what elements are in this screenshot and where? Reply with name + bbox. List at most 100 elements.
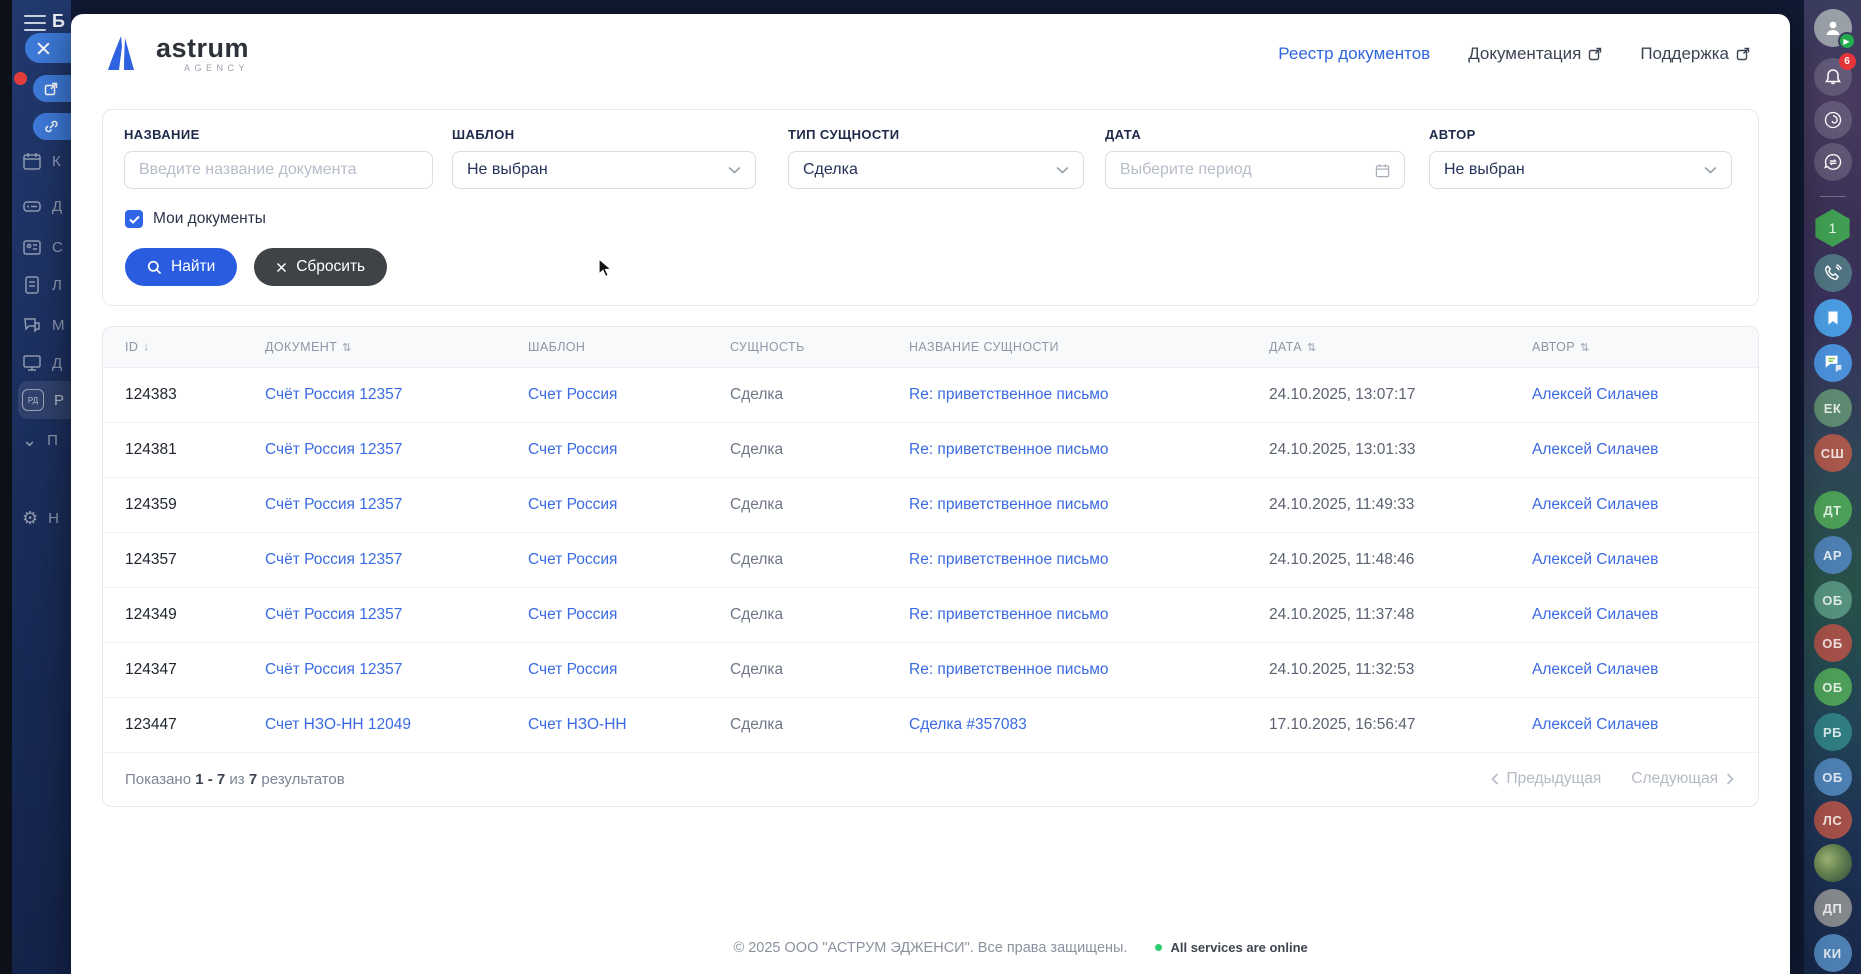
chat-sync-button[interactable] bbox=[1814, 143, 1852, 181]
chat-avatar[interactable]: ЛС bbox=[1814, 801, 1852, 839]
chat-avatar[interactable]: ДТ bbox=[1814, 491, 1852, 529]
next-page-button[interactable]: Следующая bbox=[1631, 770, 1734, 788]
entity-name-link[interactable]: Re: приветственное письмо bbox=[909, 661, 1109, 678]
date-range-picker[interactable]: Выберите период bbox=[1105, 151, 1405, 189]
chat-avatar[interactable]: ОБ bbox=[1814, 668, 1852, 706]
sidebar-item-messenger[interactable]: М bbox=[22, 315, 65, 335]
spiral-icon bbox=[1823, 110, 1843, 130]
author-link[interactable]: Алексей Силачев bbox=[1532, 386, 1658, 403]
column-header-author[interactable]: АВТОР⇅ bbox=[1532, 340, 1758, 354]
notification-dot bbox=[14, 72, 27, 85]
sidebar-item-settings[interactable]: ⚙ Н bbox=[22, 508, 59, 528]
sidebar-item-feed[interactable]: Л bbox=[22, 275, 62, 295]
open-in-new-window-button[interactable] bbox=[33, 75, 75, 102]
entity-type-select[interactable]: Сделка bbox=[788, 151, 1084, 189]
copilot-button[interactable] bbox=[1814, 101, 1852, 139]
template-link[interactable]: Счет Россия bbox=[528, 441, 617, 458]
my-documents-checkbox-row[interactable]: Мои документы bbox=[125, 210, 266, 228]
top-navigation: Реестр документов Документация Поддержка bbox=[1278, 14, 1750, 94]
tasks-hexagon-badge[interactable]: 1 bbox=[1814, 209, 1852, 247]
status-play-badge: ▶ bbox=[1838, 32, 1856, 50]
author-link[interactable]: Алексей Силачев bbox=[1532, 716, 1658, 733]
entity-name-link[interactable]: Сделка #357083 bbox=[909, 716, 1027, 733]
chevron-down-icon: ⌄ bbox=[22, 430, 37, 450]
chat-avatar[interactable]: РБ bbox=[1814, 713, 1852, 751]
close-icon bbox=[276, 262, 287, 273]
chevron-down-icon bbox=[1056, 166, 1069, 174]
author-link[interactable]: Алексей Силачев bbox=[1532, 606, 1658, 623]
author-select[interactable]: Не выбран bbox=[1429, 151, 1732, 189]
column-header-date[interactable]: ДАТА⇅ bbox=[1269, 340, 1532, 354]
open-chats-button[interactable] bbox=[1814, 344, 1852, 382]
filter-template: ШАБЛОН Не выбран bbox=[452, 127, 756, 189]
chat-avatar[interactable]: ЕК bbox=[1814, 389, 1852, 427]
template-link[interactable]: Счет Россия bbox=[528, 496, 617, 513]
document-link[interactable]: Счёт Россия 12357 bbox=[265, 386, 402, 403]
external-link-icon bbox=[1588, 47, 1602, 61]
sidebar-item-sites[interactable]: Д bbox=[22, 353, 62, 373]
menu-hamburger-icon[interactable] bbox=[24, 15, 46, 31]
document-link[interactable]: Счёт Россия 12357 bbox=[265, 441, 402, 458]
chat-avatar[interactable]: ОБ bbox=[1814, 581, 1852, 619]
notifications-button[interactable]: 6 bbox=[1814, 58, 1852, 96]
template-link[interactable]: Счет Россия bbox=[528, 661, 617, 678]
sidebar-item-document-registry[interactable]: РД Р bbox=[22, 389, 64, 411]
document-link[interactable]: Счет НЗО-НН 12049 bbox=[265, 716, 411, 733]
telephony-button[interactable] bbox=[1814, 254, 1852, 292]
entity-name-link[interactable]: Re: приветственное письмо bbox=[909, 441, 1109, 458]
copy-link-button[interactable] bbox=[33, 113, 75, 140]
entity-name-link[interactable]: Re: приветственное письмо bbox=[909, 606, 1109, 623]
chevron-right-icon bbox=[1726, 773, 1734, 785]
chat-avatar[interactable]: ОБ bbox=[1814, 624, 1852, 662]
column-header-entity: СУЩНОСТЬ bbox=[730, 340, 909, 354]
column-header-id[interactable]: ID↓ bbox=[125, 340, 265, 354]
author-link[interactable]: Алексей Силачев bbox=[1532, 551, 1658, 568]
user-avatar[interactable]: ▶ bbox=[1814, 9, 1852, 47]
entity-name-link[interactable]: Re: приветственное письмо bbox=[909, 551, 1109, 568]
chat-avatar[interactable]: КИ bbox=[1814, 934, 1852, 972]
document-registry-modal: astrum AGENCY Реестр документов Документ… bbox=[71, 14, 1790, 974]
filter-entity-type: ТИП СУЩНОСТИ Сделка bbox=[788, 127, 1084, 189]
template-link[interactable]: Счет Россия bbox=[528, 606, 617, 623]
document-link[interactable]: Счёт Россия 12357 bbox=[265, 606, 402, 623]
author-link[interactable]: Алексей Силачев bbox=[1532, 441, 1658, 458]
chat-avatar[interactable]: АР bbox=[1814, 536, 1852, 574]
chat-avatar[interactable]: СШ bbox=[1814, 434, 1852, 472]
previous-page-button[interactable]: Предыдущая bbox=[1491, 770, 1602, 788]
entity-name-link[interactable]: Re: приветственное письмо bbox=[909, 386, 1109, 403]
external-link-icon bbox=[1736, 47, 1750, 61]
phone-icon bbox=[1823, 263, 1843, 283]
nav-document-registry[interactable]: Реестр документов bbox=[1278, 44, 1430, 64]
nav-support[interactable]: Поддержка bbox=[1640, 44, 1750, 64]
sidebar-item-crm[interactable]: С bbox=[22, 237, 63, 257]
nav-documentation[interactable]: Документация bbox=[1468, 44, 1602, 64]
sidebar-item-more[interactable]: ⌄ П bbox=[22, 430, 58, 450]
chat-avatar-photo[interactable] bbox=[1814, 844, 1852, 882]
template-link[interactable]: Счет НЗО-НН bbox=[528, 716, 627, 733]
table-row: 124349 Счёт Россия 12357 Счет Россия Сде… bbox=[103, 588, 1758, 643]
sort-icon: ⇅ bbox=[1307, 341, 1317, 354]
table-row: 123447 Счет НЗО-НН 12049 Счет НЗО-НН Сде… bbox=[103, 698, 1758, 753]
document-link[interactable]: Счёт Россия 12357 bbox=[265, 661, 402, 678]
document-link[interactable]: Счёт Россия 12357 bbox=[265, 496, 402, 513]
author-link[interactable]: Алексей Силачев bbox=[1532, 661, 1658, 678]
sidebar-item-calendar[interactable]: К bbox=[22, 151, 61, 171]
close-slider-button[interactable] bbox=[25, 33, 75, 63]
close-icon bbox=[36, 41, 51, 56]
template-select[interactable]: Не выбран bbox=[452, 151, 756, 189]
template-link[interactable]: Счет Россия bbox=[528, 551, 617, 568]
find-button[interactable]: Найти bbox=[125, 248, 237, 286]
checkbox-checked[interactable] bbox=[125, 210, 143, 228]
chat-avatar[interactable]: ОБ bbox=[1814, 758, 1852, 796]
sidebar-item-drive[interactable]: Д bbox=[22, 196, 62, 216]
template-link[interactable]: Счет Россия bbox=[528, 386, 617, 403]
bookmarks-button[interactable] bbox=[1814, 299, 1852, 337]
entity-name-link[interactable]: Re: приветственное письмо bbox=[909, 496, 1109, 513]
reset-button[interactable]: Сбросить bbox=[254, 248, 387, 286]
document-name-input[interactable] bbox=[139, 161, 418, 179]
chat-avatar[interactable]: ДП bbox=[1814, 889, 1852, 927]
contact-card-icon bbox=[22, 237, 42, 257]
column-header-document[interactable]: ДОКУМЕНТ⇅ bbox=[265, 340, 528, 354]
document-link[interactable]: Счёт Россия 12357 bbox=[265, 551, 402, 568]
author-link[interactable]: Алексей Силачев bbox=[1532, 496, 1658, 513]
